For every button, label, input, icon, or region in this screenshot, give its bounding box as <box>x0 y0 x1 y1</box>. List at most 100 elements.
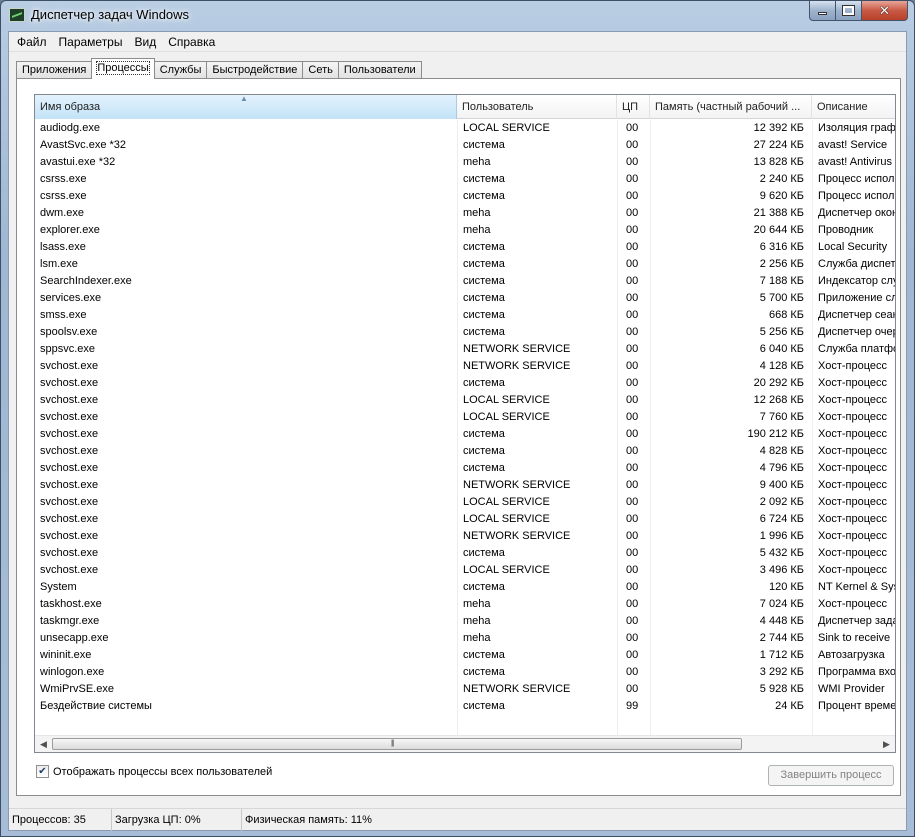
table-row[interactable]: audiodg.exe LOCAL SERVICE 00 12 392 КБ Изоля… <box>35 120 895 137</box>
minimize-button[interactable] <box>809 1 836 21</box>
column-header-memory[interactable]: Память (частный рабочий ... <box>650 95 812 119</box>
table-row[interactable]: svchost.exe NETWORK SERVICE 00 1 996 КБ Хост… <box>35 528 895 545</box>
process-memory-cell: 5 700 КБ <box>759 292 804 304</box>
column-title: Имя образа <box>40 101 101 113</box>
table-row[interactable]: unsecapp.exe meha 00 2 744 КБ Sink to receiv… <box>35 630 895 647</box>
process-user-cell: система <box>463 377 505 389</box>
table-row[interactable]: svchost.exe LOCAL SERVICE 00 3 496 КБ Хост-п… <box>35 562 895 579</box>
column-header-cpu[interactable]: ЦП <box>617 95 650 119</box>
table-row[interactable]: avastui.exe *32 meha 00 13 828 КБ avast! Ant… <box>35 154 895 171</box>
table-row[interactable]: services.exe система 00 5 700 КБ Приложение … <box>35 290 895 307</box>
process-cpu-cell: 00 <box>626 190 639 202</box>
tab-services[interactable]: Службы <box>153 61 208 79</box>
process-user-cell: NETWORK SERVICE <box>463 343 571 355</box>
column-title: Пользователь <box>462 101 534 113</box>
table-row[interactable]: taskmgr.exe meha 00 4 448 КБ Диспетчер задач <box>35 613 895 630</box>
end-process-button[interactable]: Завершить процесс <box>768 765 894 786</box>
table-row[interactable]: WmiPrvSE.exe NETWORK SERVICE 00 5 928 КБ WMI… <box>35 681 895 698</box>
process-name-cell: unsecapp.exe <box>40 632 109 644</box>
table-row[interactable]: Бездействие системы система 99 24 КБ Процент… <box>35 698 896 715</box>
title-bar[interactable]: Диспетчер задач Windows ✕ <box>1 1 914 31</box>
table-row[interactable]: winlogon.exe система 00 3 292 КБ Программа в… <box>35 664 895 681</box>
process-list[interactable]: ▲ Имя образа Пользователь ЦП Память (час… <box>34 94 896 753</box>
table-row[interactable]: sppsvc.exe NETWORK SERVICE 00 6 040 КБ Служб… <box>35 341 895 358</box>
process-memory-cell: 7 188 КБ <box>759 275 804 287</box>
tab-applications[interactable]: Приложения <box>16 61 93 79</box>
tab-users[interactable]: Пользователи <box>337 61 422 79</box>
table-row[interactable]: SearchIndexer.exe система 00 7 188 КБ Индекс… <box>35 273 895 290</box>
table-row[interactable]: spoolsv.exe система 00 5 256 КБ Диспетчер оч… <box>35 324 895 341</box>
table-row[interactable]: System система 00 120 КБ NT Kernel & System <box>35 579 895 596</box>
process-description-cell: Хост-процесс <box>818 547 888 559</box>
process-cpu-cell: 00 <box>626 564 639 576</box>
process-name-cell: svchost.exe <box>40 462 99 474</box>
process-description-cell: Диспетчер сеанса <box>818 309 895 321</box>
tab-processes[interactable]: Процессы <box>91 58 155 79</box>
process-name-cell: svchost.exe <box>40 428 99 440</box>
show-all-users-option[interactable]: ✔ Отображать процессы всех пользователей <box>36 765 272 778</box>
table-row[interactable]: svchost.exe NETWORK SERVICE 00 9 400 КБ Хост… <box>35 477 895 494</box>
column-header-description[interactable]: Описание <box>812 95 895 119</box>
table-row[interactable]: svchost.exe система 00 4 796 КБ Хост-процесс <box>35 460 895 477</box>
process-name-cell: csrss.exe <box>40 190 87 202</box>
menu-options[interactable]: Параметры <box>53 32 129 51</box>
table-row[interactable]: svchost.exe система 00 190 212 КБ Хост-проце… <box>35 426 895 443</box>
maximize-button[interactable] <box>836 1 862 21</box>
table-row[interactable]: svchost.exe NETWORK SERVICE 00 4 128 КБ Хост… <box>35 358 895 375</box>
column-header-user[interactable]: Пользователь <box>457 95 617 119</box>
table-row[interactable]: dwm.exe meha 00 21 388 КБ Диспетчер окон <box>35 205 895 222</box>
table-row[interactable]: wininit.exe система 00 1 712 КБ Автозагрузка <box>35 647 895 664</box>
column-divider <box>812 120 813 737</box>
process-description-cell: Процент времени <box>818 700 896 712</box>
process-user-cell: meha <box>463 156 491 168</box>
table-row[interactable]: smss.exe система 00 668 КБ Диспетчер сеанса <box>35 307 895 324</box>
table-row[interactable]: lsass.exe система 00 6 316 КБ Local Security <box>35 239 895 256</box>
menu-help[interactable]: Справка <box>162 32 221 51</box>
process-memory-cell: 5 928 КБ <box>759 683 804 695</box>
table-row[interactable]: svchost.exe LOCAL SERVICE 00 2 092 КБ Хост-п… <box>35 494 895 511</box>
table-row[interactable]: csrss.exe система 00 2 240 КБ Процесс исполн… <box>35 171 895 188</box>
tab-networking[interactable]: Сеть <box>302 61 339 79</box>
process-name-cell: taskhost.exe <box>40 598 102 610</box>
table-row[interactable]: lsm.exe система 00 2 256 КБ Служба диспетчер… <box>35 256 896 273</box>
process-cpu-cell: 00 <box>626 462 639 474</box>
scroll-thumb[interactable]: ||| <box>52 738 742 750</box>
process-name-cell: SearchIndexer.exe <box>40 275 132 287</box>
tab-performance[interactable]: Быстродействие <box>206 61 304 79</box>
column-header-image-name[interactable]: ▲ Имя образа <box>35 95 457 119</box>
process-name-cell: dwm.exe <box>40 207 85 219</box>
table-row[interactable]: explorer.exe meha 00 20 644 КБ Проводник <box>35 222 895 239</box>
process-description-cell: Хост-процесс <box>818 462 888 474</box>
table-row[interactable]: svchost.exe LOCAL SERVICE 00 6 724 КБ Хост-п… <box>35 511 895 528</box>
process-user-cell: система <box>463 462 505 474</box>
process-name-cell: taskmgr.exe <box>40 615 100 627</box>
process-memory-cell: 5 256 КБ <box>759 326 804 338</box>
close-button[interactable]: ✕ <box>862 1 908 21</box>
table-row[interactable]: svchost.exe LOCAL SERVICE 00 12 268 КБ Хост-… <box>35 392 895 409</box>
show-all-users-checkbox[interactable]: ✔ <box>36 765 49 778</box>
process-memory-cell: 7 760 КБ <box>759 411 804 423</box>
process-cpu-cell: 00 <box>626 530 639 542</box>
table-row[interactable]: AvastSvc.exe *32 система 00 27 224 КБ avast!… <box>35 137 895 154</box>
tab-label: Процессы <box>96 61 150 75</box>
process-cpu-cell: 00 <box>626 224 639 236</box>
process-memory-cell: 9 400 КБ <box>759 479 804 491</box>
process-memory-cell: 668 КБ <box>768 309 804 321</box>
scroll-right-button[interactable]: ▶ <box>878 736 895 752</box>
table-row[interactable]: taskhost.exe meha 00 7 024 КБ Хост-процесс <box>35 596 895 613</box>
menu-view[interactable]: Вид <box>128 32 162 51</box>
process-description-cell: Служба диспетчера <box>818 258 896 270</box>
table-row[interactable]: svchost.exe система 00 4 828 КБ Хост-процесс <box>35 443 895 460</box>
scroll-left-button[interactable]: ◀ <box>35 736 52 752</box>
table-row[interactable]: svchost.exe система 00 5 432 КБ Хост-процесс <box>35 545 895 562</box>
process-cpu-cell: 00 <box>626 581 639 593</box>
menu-file[interactable]: Файл <box>11 32 53 51</box>
horizontal-scrollbar[interactable]: ◀ ||| ▶ <box>35 735 895 752</box>
process-name-cell: svchost.exe <box>40 564 99 576</box>
process-name-cell: Бездействие системы <box>40 700 152 712</box>
table-row[interactable]: svchost.exe система 00 20 292 КБ Хост-процес… <box>35 375 895 392</box>
process-memory-cell: 2 092 КБ <box>759 496 804 508</box>
table-row[interactable]: csrss.exe система 00 9 620 КБ Процесс исполн… <box>35 188 895 205</box>
status-cpu-usage: Загрузка ЦП: 0% <box>112 809 242 831</box>
table-row[interactable]: svchost.exe LOCAL SERVICE 00 7 760 КБ Хост-п… <box>35 409 895 426</box>
